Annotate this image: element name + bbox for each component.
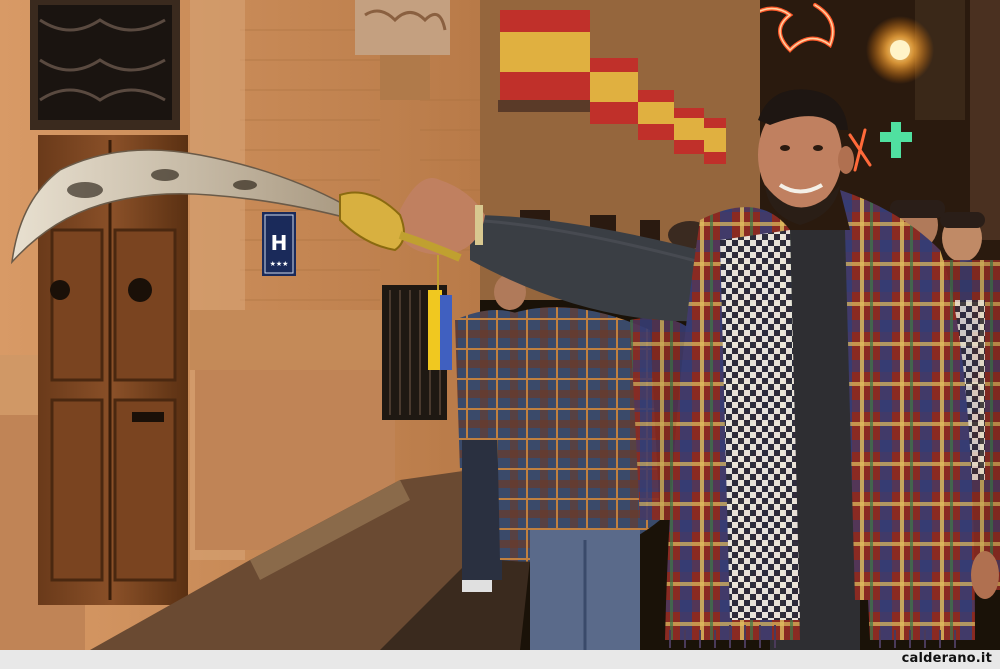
window-grille — [30, 0, 180, 130]
watermark-text: calderano.it — [901, 651, 992, 666]
svg-text:H: H — [271, 231, 288, 255]
carved-ornament — [355, 0, 450, 55]
caption-bar: calderano.it — [0, 650, 1000, 669]
hotel-sign: H ★★★ — [262, 212, 296, 276]
street-photo: H ★★★ — [0, 0, 1000, 650]
svg-text:★★★: ★★★ — [270, 260, 289, 268]
